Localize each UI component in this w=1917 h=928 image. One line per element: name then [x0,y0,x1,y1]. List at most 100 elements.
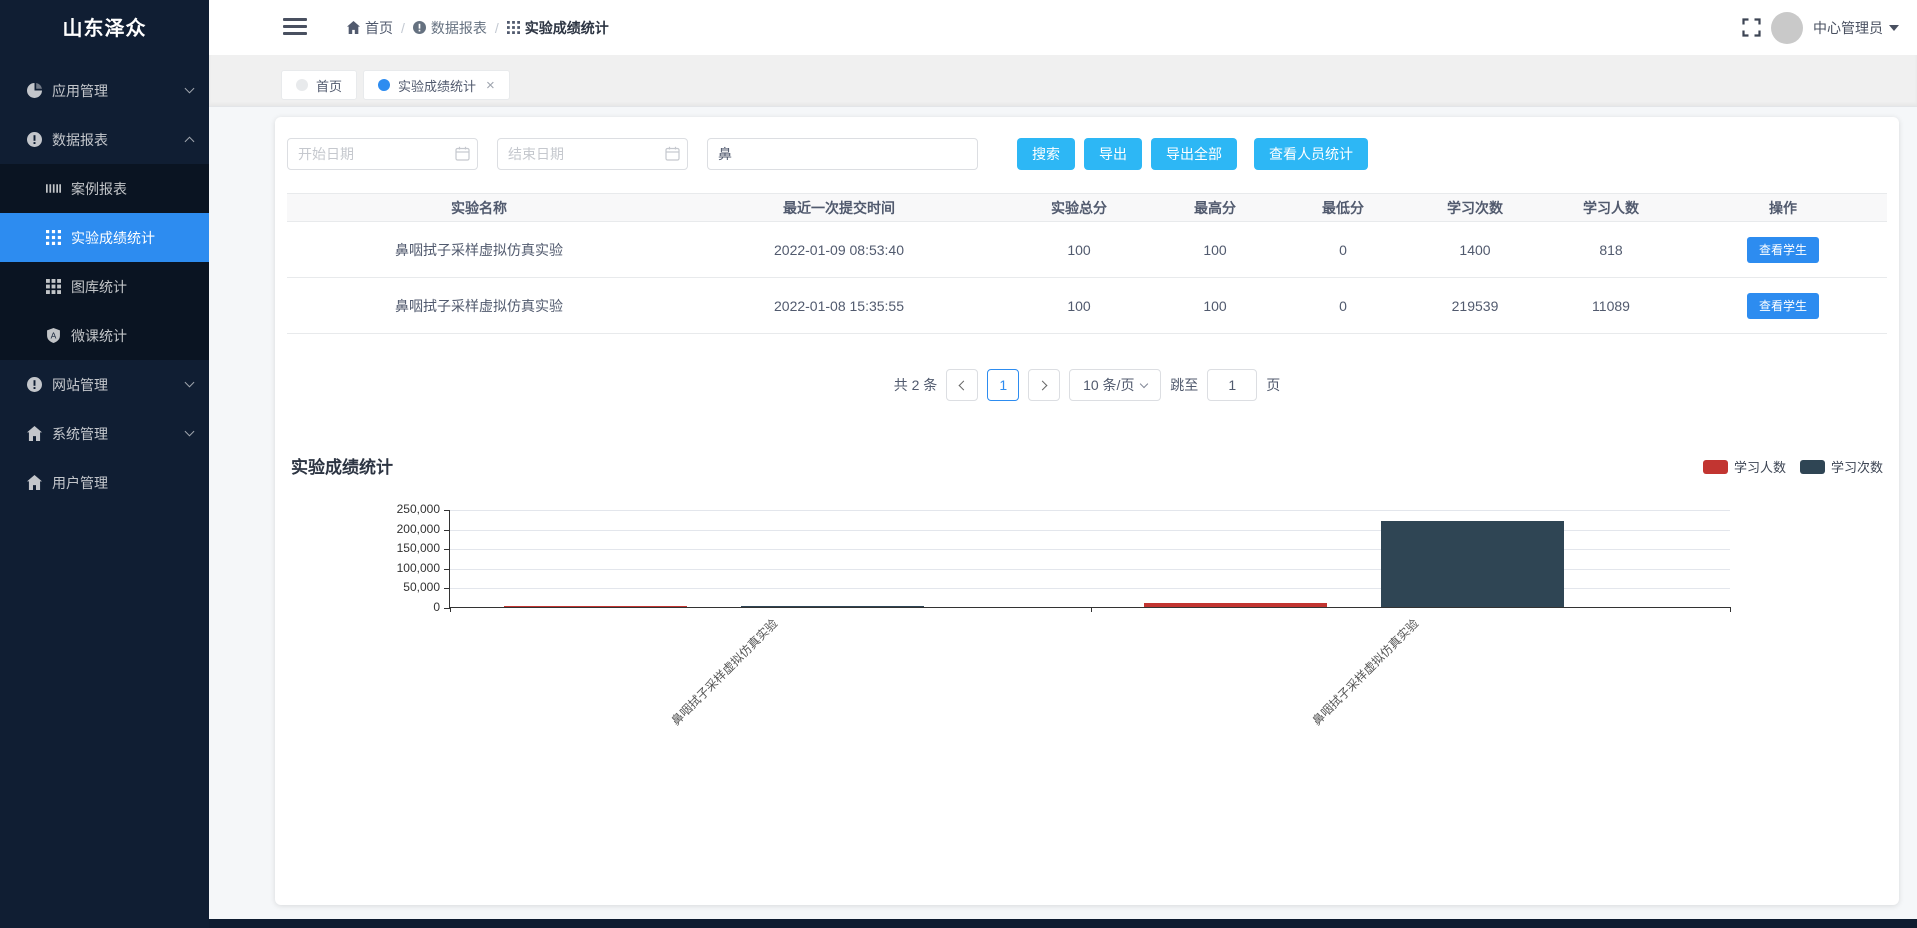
results-table-wrap: 实验名称 最近一次提交时间 实验总分 最高分 最低分 学习次数 学习人数 操作 [287,193,1887,334]
end-date-wrap [497,138,688,170]
column-header: 操作 [1679,194,1887,222]
home-icon [347,21,360,34]
tab-strip: 首页 实验成绩统计 × [209,55,1917,107]
page-size-select[interactable]: 10 条/页 [1069,369,1161,401]
breadcrumb-label: 首页 [365,18,393,38]
y-axis-label: 0 [366,600,440,614]
sidebar-item-system-management[interactable]: 系统管理 [0,409,209,458]
y-axis-label: 150,000 [366,541,440,555]
search-button[interactable]: 搜索 [1017,138,1075,170]
breadcrumb-home[interactable]: 首页 [347,18,393,38]
chevron-right-icon [1038,380,1048,390]
breadcrumb-current: 实验成绩统计 [507,18,609,38]
column-header: 最低分 [1279,194,1407,222]
view-students-button[interactable]: 查看学生 [1747,237,1819,263]
y-axis-tick [444,530,450,531]
cell-experiment-name: 鼻咽拭子采样虚拟仿真实验 [287,278,671,334]
hamburger-menu-icon[interactable] [283,18,307,36]
y-axis-label: 250,000 [366,502,440,516]
user-menu[interactable]: 中心管理员 [1813,18,1899,38]
svg-text:A: A [51,330,57,340]
tab-dot-icon [296,79,308,91]
cell-max-score: 100 [1151,278,1279,334]
chart-legend: 学习人数 学习次数 [1703,457,1883,476]
case-report-icon [46,181,61,196]
cell-total-score: 100 [1007,278,1151,334]
tab-home[interactable]: 首页 [281,70,357,100]
sidebar-item-micro-course-stats[interactable]: A 微课统计 [0,311,209,360]
column-header: 学习次数 [1407,194,1543,222]
end-date-input[interactable] [497,138,688,170]
next-page-button[interactable] [1028,369,1060,401]
cell-total-score: 100 [1007,222,1151,278]
sidebar-item-label: 网站管理 [52,375,108,395]
legend-item-study-times[interactable]: 学习次数 [1800,457,1883,476]
sidebar-item-website-management[interactable]: 网站管理 [0,360,209,409]
sidebar-item-gallery-stats[interactable]: 图库统计 [0,262,209,311]
cell-study-times: 1400 [1407,222,1543,278]
tab-experiment-score-stats[interactable]: 实验成绩统计 × [363,70,510,100]
tab-label: 实验成绩统计 [398,76,476,95]
sidebar-item-data-reports[interactable]: 数据报表 [0,115,209,164]
tab-dot-icon [378,79,390,91]
breadcrumb: 首页 / 数据报表 / 实验成绩统计 [347,0,609,55]
sidebar-item-case-report[interactable]: 案例报表 [0,164,209,213]
content-card: 搜索 导出 导出全部 查看人员统计 实验名称 最近一次提交时间 [275,117,1899,905]
page-number-1[interactable]: 1 [987,369,1019,401]
breadcrumb-label: 数据报表 [431,18,487,38]
sidebar-menu: 应用管理 数据报表 案例报表 [0,66,209,507]
legend-label: 学习次数 [1831,457,1883,476]
sidebar-item-user-management[interactable]: 用户管理 [0,458,209,507]
avatar[interactable] [1771,12,1803,44]
sidebar-item-label: 用户管理 [52,473,108,493]
export-button[interactable]: 导出 [1084,138,1142,170]
cell-study-people: 818 [1543,222,1679,278]
tab-label: 首页 [316,76,342,95]
y-axis-tick [444,588,450,589]
sidebar-item-app-management[interactable]: 应用管理 [0,66,209,115]
legend-item-study-people[interactable]: 学习人数 [1703,457,1786,476]
y-axis-label: 100,000 [366,561,440,575]
gallery-icon [46,279,61,294]
prev-page-button[interactable] [946,369,978,401]
breadcrumb-label: 实验成绩统计 [525,18,609,38]
chart-title: 实验成绩统计 [291,453,393,478]
sidebar-item-experiment-score-stats[interactable]: 实验成绩统计 [0,213,209,262]
breadcrumb-data-reports[interactable]: 数据报表 [413,18,487,38]
table-header-row: 实验名称 最近一次提交时间 实验总分 最高分 最低分 学习次数 学习人数 操作 [287,194,1887,222]
results-table: 实验名称 最近一次提交时间 实验总分 最高分 最低分 学习次数 学习人数 操作 [287,193,1887,334]
chevron-left-icon [959,380,969,390]
jump-page-input[interactable] [1207,369,1257,401]
chevron-down-icon [1140,379,1148,387]
grid-stats-icon [507,21,520,34]
gridline [450,510,1730,511]
start-date-input[interactable] [287,138,478,170]
column-header: 最高分 [1151,194,1279,222]
keyword-input[interactable] [707,138,978,170]
y-axis-label: 200,000 [366,522,440,536]
cell-last-submit-time: 2022-01-09 08:53:40 [671,222,1007,278]
y-axis-label: 50,000 [366,580,440,594]
jump-label: 跳至 [1170,375,1198,395]
grid-stats-icon [46,230,61,245]
micro-course-icon: A [46,328,61,343]
view-personnel-stats-button[interactable]: 查看人员统计 [1254,138,1368,170]
export-all-button[interactable]: 导出全部 [1151,138,1237,170]
close-icon[interactable]: × [486,78,495,93]
column-header: 最近一次提交时间 [671,194,1007,222]
main-area: 首页 / 数据报表 / 实验成绩统计 中心管理员 [209,0,1917,919]
sidebar-item-label: 数据报表 [52,130,108,150]
page: 山东泽众 应用管理 数据报表 [0,0,1917,928]
bar-学习次数-1[interactable] [1381,521,1564,607]
bar-学习人数-0[interactable] [504,606,687,607]
bar-学习人数-1[interactable] [1144,603,1327,607]
cell-min-score: 0 [1279,222,1407,278]
column-header: 学习人数 [1543,194,1679,222]
view-students-button[interactable]: 查看学生 [1747,293,1819,319]
fullscreen-icon[interactable] [1742,18,1761,37]
bar-学习次数-0[interactable] [741,606,924,607]
user-icon [27,475,42,490]
sidebar-item-label: 案例报表 [71,179,127,199]
x-axis-tick [450,607,451,612]
chevron-down-icon [185,84,195,94]
